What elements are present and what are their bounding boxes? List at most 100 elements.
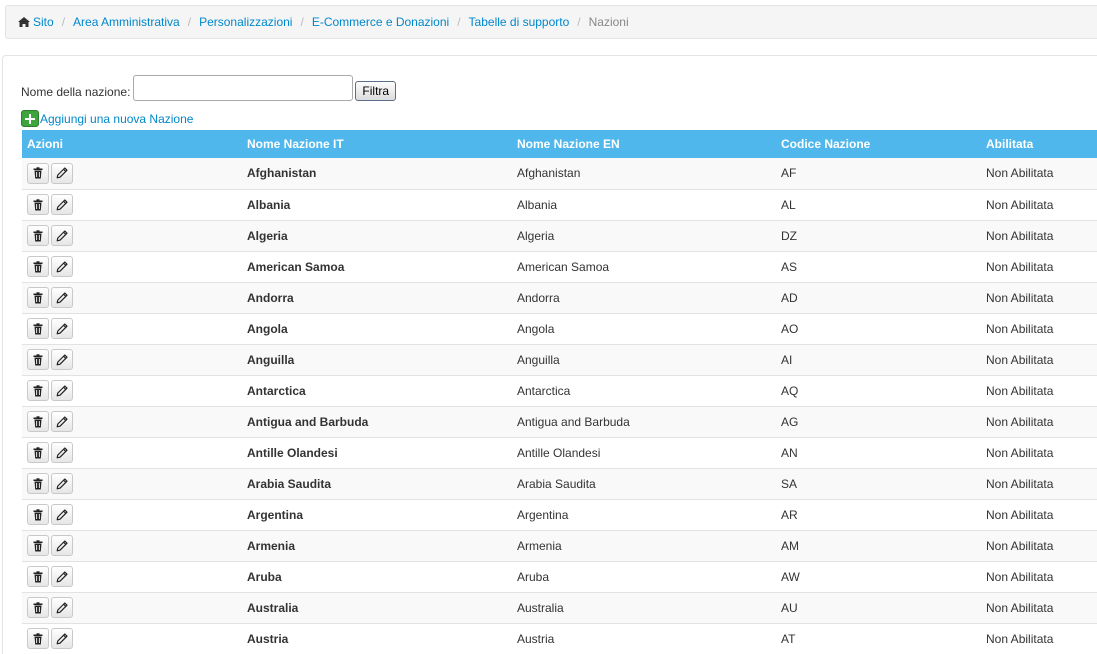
breadcrumb-item-area-amministrativa[interactable]: Area Amministrativa — [73, 15, 180, 29]
cell-nome-it: Angola — [242, 312, 512, 344]
table-row: Armenia Armenia AM Non Abilitata — [22, 529, 1097, 561]
edit-button[interactable] — [51, 597, 73, 618]
cell-nome-it: Andorra — [242, 281, 512, 313]
trash-icon — [32, 601, 44, 614]
cell-nome-en: Australia — [512, 591, 776, 623]
pencil-icon — [56, 633, 68, 645]
column-header-nome-en[interactable]: Nome Nazione EN — [512, 130, 776, 158]
cell-codice: AR — [776, 498, 981, 530]
edit-button[interactable] — [51, 287, 73, 308]
row-actions — [22, 622, 242, 654]
cell-abilitata: Non Abilitata — [981, 436, 1097, 468]
cell-nome-it: Austria — [242, 622, 512, 654]
filter-form: Nome della nazione: Filtra — [21, 75, 397, 101]
edit-button[interactable] — [51, 318, 73, 339]
table-row: American Samoa American Samoa AS Non Abilit… — [22, 250, 1097, 282]
edit-button[interactable] — [51, 411, 73, 432]
delete-button[interactable] — [27, 566, 49, 587]
cell-nome-en: Aruba — [512, 560, 776, 592]
cell-nome-it: Afghanistan — [242, 158, 512, 189]
delete-button[interactable] — [27, 318, 49, 339]
cell-nome-en: Afghanistan — [512, 158, 776, 189]
edit-button[interactable] — [51, 225, 73, 246]
pencil-icon — [56, 322, 68, 335]
delete-button[interactable] — [27, 349, 49, 370]
row-actions — [22, 312, 242, 344]
pencil-icon — [56, 260, 68, 273]
delete-button[interactable] — [27, 225, 49, 246]
delete-button[interactable] — [27, 287, 49, 308]
cell-codice: AI — [776, 343, 981, 375]
column-header-codice[interactable]: Codice Nazione — [776, 130, 981, 158]
column-header-abilitata[interactable]: Abilitata — [981, 130, 1097, 158]
edit-button[interactable] — [51, 380, 73, 401]
delete-button[interactable] — [27, 597, 49, 618]
add-nation-link[interactable]: Aggiungi una nuova Nazione — [21, 110, 193, 127]
cell-abilitata: Non Abilitata — [981, 219, 1097, 251]
delete-button[interactable] — [27, 162, 49, 184]
delete-button[interactable] — [27, 442, 49, 463]
cell-nome-en: Algeria — [512, 219, 776, 251]
cell-nome-it: Anguilla — [242, 343, 512, 375]
trash-icon — [32, 508, 44, 521]
edit-button[interactable] — [51, 256, 73, 277]
cell-nome-it: American Samoa — [242, 250, 512, 282]
delete-button[interactable] — [27, 504, 49, 525]
delete-button[interactable] — [27, 380, 49, 401]
table-row: Australia Australia AU Non Abilitata — [22, 591, 1097, 623]
cell-codice: DZ — [776, 219, 981, 251]
delete-button[interactable] — [27, 535, 49, 556]
trash-icon — [32, 477, 44, 490]
edit-button[interactable] — [51, 194, 73, 215]
row-actions — [22, 374, 242, 406]
row-actions — [22, 560, 242, 592]
row-actions — [22, 343, 242, 375]
pencil-icon — [56, 229, 68, 242]
row-actions — [22, 158, 242, 189]
cell-abilitata: Non Abilitata — [981, 591, 1097, 623]
pencil-icon — [56, 415, 68, 428]
pencil-icon — [56, 291, 68, 304]
cell-nome-en: Angola — [512, 312, 776, 344]
edit-button[interactable] — [51, 628, 73, 650]
delete-button[interactable] — [27, 194, 49, 215]
trash-icon — [32, 446, 44, 459]
cell-nome-en: Argentina — [512, 498, 776, 530]
edit-button[interactable] — [51, 566, 73, 587]
edit-button[interactable] — [51, 162, 73, 184]
pencil-icon — [56, 353, 68, 366]
cell-abilitata: Non Abilitata — [981, 560, 1097, 592]
breadcrumb-item-ecommerce[interactable]: E-Commerce e Donazioni — [312, 15, 449, 29]
edit-button[interactable] — [51, 442, 73, 463]
cell-codice: AQ — [776, 374, 981, 406]
breadcrumb-item-tabelle-supporto[interactable]: Tabelle di supporto — [469, 15, 570, 29]
table-row: Algeria Algeria DZ Non Abilitata — [22, 219, 1097, 251]
row-actions — [22, 405, 242, 437]
edit-button[interactable] — [51, 504, 73, 525]
delete-button[interactable] — [27, 473, 49, 494]
breadcrumb-item-personalizzazioni[interactable]: Personalizzazioni — [199, 15, 292, 29]
delete-button[interactable] — [27, 628, 49, 650]
table-row: Antarctica Antarctica AQ Non Abilitata — [22, 374, 1097, 406]
breadcrumb-separator: / — [457, 15, 461, 29]
edit-button[interactable] — [51, 349, 73, 370]
delete-button[interactable] — [27, 411, 49, 432]
add-nation-label: Aggiungi una nuova Nazione — [40, 111, 194, 126]
cell-nome-en: Austria — [512, 622, 776, 654]
cell-codice: AS — [776, 250, 981, 282]
cell-codice: AD — [776, 281, 981, 313]
column-header-nome-it[interactable]: Nome Nazione IT — [242, 130, 512, 158]
table-row: Angola Angola AO Non Abilitata — [22, 312, 1097, 344]
edit-button[interactable] — [51, 535, 73, 556]
cell-nome-en: Arabia Saudita — [512, 467, 776, 499]
edit-button[interactable] — [51, 473, 73, 494]
filter-label: Nome della nazione: — [21, 85, 131, 99]
filter-button[interactable]: Filtra — [355, 81, 397, 101]
cell-codice: AO — [776, 312, 981, 344]
breadcrumb: Sito / Area Amministrativa / Personalizz… — [5, 5, 1097, 39]
trash-icon — [32, 322, 44, 335]
cell-abilitata: Non Abilitata — [981, 622, 1097, 654]
breadcrumb-item-sito[interactable]: Sito — [18, 15, 54, 29]
nation-name-input[interactable] — [133, 75, 354, 101]
delete-button[interactable] — [27, 256, 49, 277]
